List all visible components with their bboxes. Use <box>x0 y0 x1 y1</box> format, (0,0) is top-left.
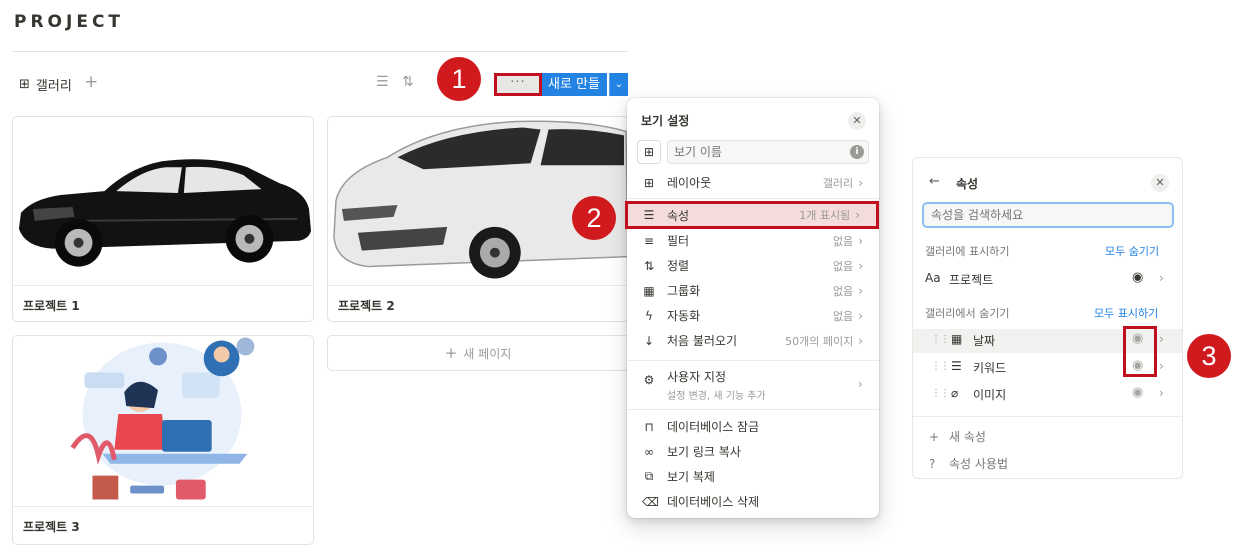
info-icon[interactable]: i <box>850 145 864 159</box>
chevron-right-icon: › <box>1159 332 1164 346</box>
lock-icon: ⊓ <box>644 419 654 434</box>
chevron-right-icon: › <box>858 233 863 248</box>
gallery-card[interactable]: 프로젝트 1 <box>12 116 314 322</box>
eye-highlight-box <box>1123 326 1157 377</box>
plus-icon: + <box>929 430 940 444</box>
drag-handle-icon[interactable]: ⋮⋮ <box>931 388 950 399</box>
group-icon: ▦ <box>643 283 655 298</box>
chevron-right-icon: › <box>858 175 863 190</box>
menu-item-duplicate-view[interactable]: ⧉ 보기 복제 <box>627 464 879 489</box>
sort-icon[interactable]: ⇅ <box>402 74 414 90</box>
property-search-input[interactable] <box>922 202 1174 228</box>
menu-item-delete-database[interactable]: ⌫ 데이터베이스 삭제 <box>627 489 879 514</box>
chevron-right-icon: › <box>1159 359 1164 373</box>
menu-item-sort[interactable]: ⇅ 정렬 없음 › <box>627 253 879 278</box>
gallery-icon: ⊞ <box>19 77 30 92</box>
divider <box>627 360 879 361</box>
trash-icon: ⌫ <box>642 494 659 509</box>
close-icon[interactable]: ✕ <box>848 112 866 130</box>
list-icon: ☰ <box>643 208 655 222</box>
close-icon[interactable]: ✕ <box>1151 174 1169 192</box>
view-icon-picker[interactable]: ⊞ <box>637 140 661 164</box>
more-options-button[interactable]: ··· <box>494 73 542 96</box>
chevron-right-icon: › <box>858 283 863 298</box>
step-callout: 1 <box>437 57 481 101</box>
new-property-button[interactable]: + 새 속성 <box>929 428 986 445</box>
chevron-right-icon: › <box>858 258 863 273</box>
drag-handle-icon[interactable]: ⋮⋮ <box>931 334 950 345</box>
properties-panel: ← 속성 ✕ 갤러리에 표시하기 모두 숨기기 Aa 프로젝트 ◉ › 갤러리에… <box>912 157 1183 479</box>
eye-icon[interactable]: ◉ <box>1132 270 1143 285</box>
new-dropdown-button[interactable]: ⌄ <box>609 73 628 96</box>
layout-icon: ⊞ <box>643 175 655 190</box>
chevron-right-icon: › <box>855 208 860 222</box>
step-callout: 3 <box>1187 334 1231 378</box>
link-icon: ∞ <box>644 444 654 459</box>
panel-title: 속성 <box>956 177 979 191</box>
new-page-label: 새 페이지 <box>463 346 512 361</box>
tab-gallery-view[interactable]: ⊞ 갤러리 <box>19 75 72 94</box>
card-title: 프로젝트 3 <box>13 506 313 544</box>
show-all-link[interactable]: 모두 표시하기 <box>1094 305 1158 321</box>
add-view-button[interactable]: + <box>84 72 98 92</box>
calendar-icon: ▦ <box>951 332 963 346</box>
menu-item-lock-database[interactable]: ⊓ 데이터베이스 잠금 <box>627 414 879 439</box>
menu-item-customize[interactable]: ⚙ 사용자 지정 설정 변경, 새 기능 추가 › <box>627 368 879 402</box>
menu-item-load-limit[interactable]: ↓ 처음 불러오기 50개의 페이지 › <box>627 328 879 353</box>
menu-item-filter[interactable]: ≡ 필터 없음 › <box>627 228 879 253</box>
chevron-right-icon: › <box>858 377 863 391</box>
eye-icon[interactable]: ◉ <box>1132 385 1143 400</box>
view-settings-menu: 보기 설정 ✕ ⊞ i ⊞ 레이아웃 갤러리 › ☰ 속성 1개 표시됨 › ≡… <box>625 98 879 518</box>
plus-icon: + <box>444 344 458 362</box>
property-row[interactable]: ⋮⋮ ⌀ 이미지 ◉ › <box>913 383 1182 407</box>
card-title: 프로젝트 2 <box>328 285 628 321</box>
duplicate-icon: ⧉ <box>644 469 654 483</box>
chevron-right-icon: › <box>1159 386 1164 400</box>
menu-item-group[interactable]: ▦ 그룹화 없음 › <box>627 278 879 303</box>
divider <box>627 409 879 410</box>
car-image <box>18 159 312 267</box>
bolt-icon: ϟ <box>645 308 653 323</box>
back-arrow-icon[interactable]: ← <box>929 174 940 189</box>
title-divider <box>12 51 628 52</box>
menu-item-layout[interactable]: ⊞ 레이아웃 갤러리 › <box>627 170 879 195</box>
gear-icon: ⚙ <box>643 373 655 387</box>
chevron-right-icon: › <box>858 308 863 323</box>
step-callout: 2 <box>572 196 616 240</box>
property-help-link[interactable]: ? 속성 사용법 <box>929 455 1008 472</box>
sort-icon: ⇅ <box>643 258 655 273</box>
page-title: PROJECT <box>14 12 125 32</box>
menu-item-automation[interactable]: ϟ 자동화 없음 › <box>627 303 879 328</box>
menu-item-properties[interactable]: ☰ 속성 1개 표시됨 › <box>625 201 879 229</box>
gallery-card[interactable]: 프로젝트 3 <box>12 335 314 545</box>
question-circle-icon: ? <box>929 457 936 471</box>
list-icon: ☰ <box>951 359 962 373</box>
menu-item-copy-link[interactable]: ∞ 보기 링크 복사 <box>627 439 879 464</box>
view-name-input[interactable] <box>667 140 869 164</box>
new-button[interactable]: 새로 만들기 <box>542 73 607 115</box>
tab-gallery-label: 갤러리 <box>35 79 72 94</box>
filter-icon[interactable]: ☰ <box>376 74 389 90</box>
text-type-icon: Aa <box>925 271 941 285</box>
divider <box>627 198 879 199</box>
property-row[interactable]: Aa 프로젝트 ◉ › <box>913 268 1182 292</box>
paperclip-icon: ⌀ <box>951 386 959 400</box>
chevron-down-icon: ⌄ <box>614 79 624 90</box>
shown-section-label: 갤러리에 표시하기 <box>925 245 1010 258</box>
divider <box>913 416 1182 417</box>
filter-icon: ≡ <box>643 233 655 248</box>
drag-handle-icon[interactable]: ⋮⋮ <box>931 361 950 372</box>
chevron-right-icon: › <box>1159 271 1164 285</box>
chevron-right-icon: › <box>858 333 863 348</box>
illustration-image <box>70 337 255 500</box>
arrow-down-icon: ↓ <box>643 333 655 348</box>
menu-title: 보기 설정 <box>641 114 690 128</box>
card-title: 프로젝트 1 <box>13 285 313 321</box>
hide-all-link[interactable]: 모두 숨기기 <box>1105 243 1159 259</box>
hidden-section-label: 갤러리에서 숨기기 <box>925 307 1010 320</box>
new-page-button[interactable]: + 새 페이지 <box>327 335 629 371</box>
